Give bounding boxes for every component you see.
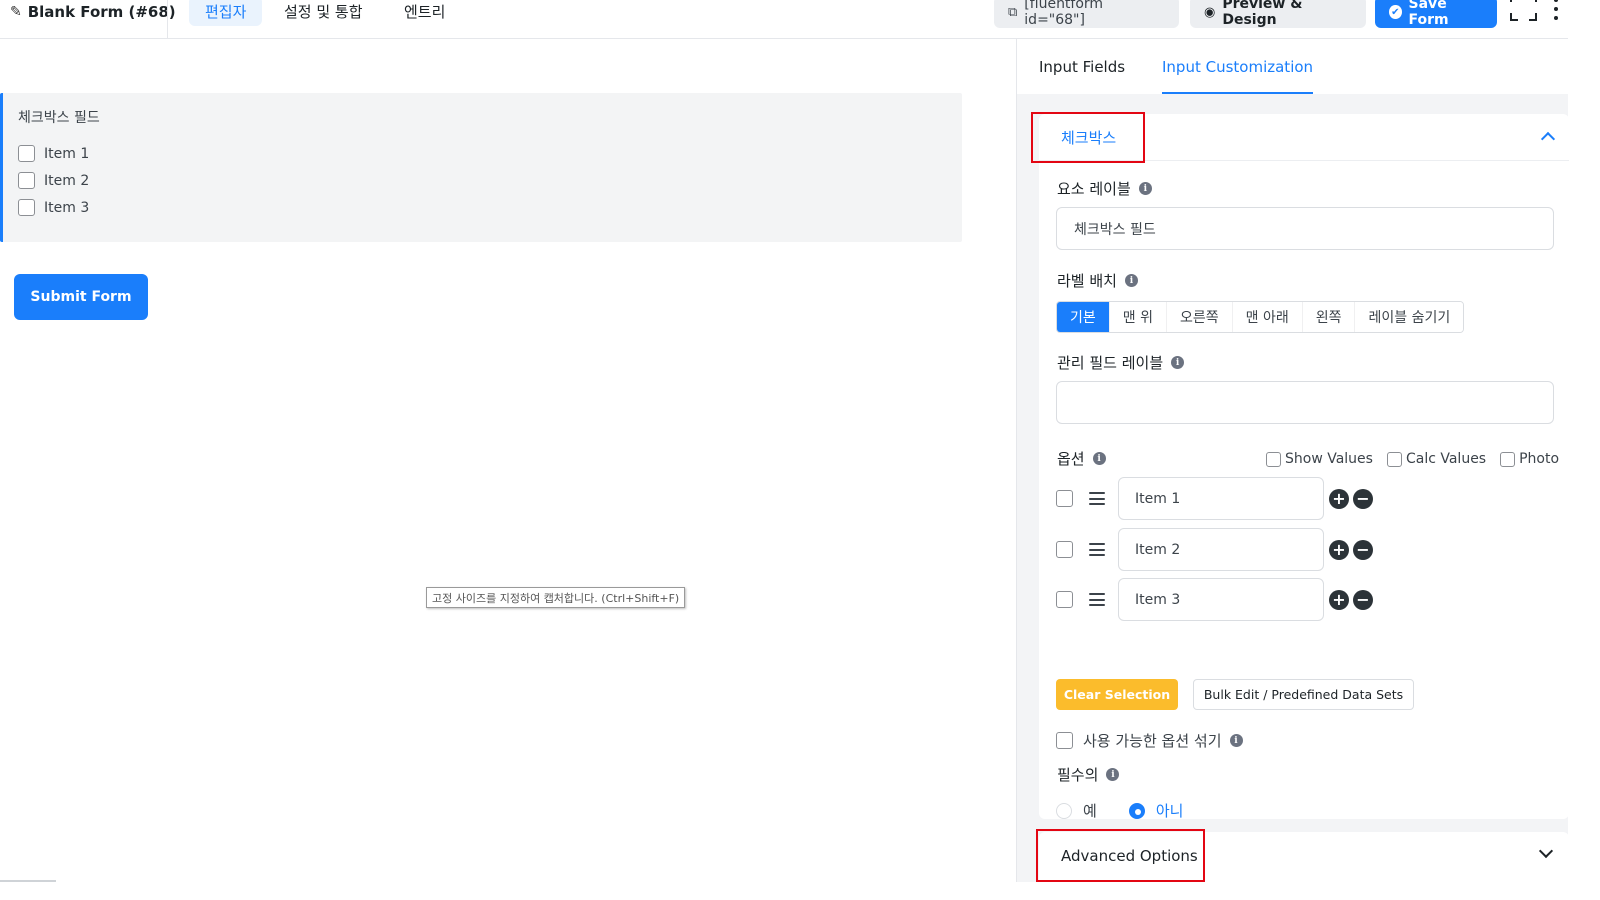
option-label-input[interactable]: Item 1 <box>1118 477 1324 520</box>
settings-sidebar: Input Fields Input Customization 체크박스 요소… <box>1016 39 1569 882</box>
fullscreen-icon[interactable] <box>1510 0 1537 21</box>
checkbox[interactable] <box>1500 451 1516 467</box>
calc-values-toggle[interactable]: Calc Values <box>1386 451 1486 467</box>
eye-icon: ◉ <box>1204 4 1216 20</box>
required-yes-label: 예 <box>1083 802 1097 820</box>
placement-option-bottom[interactable]: 맨 아래 <box>1232 302 1303 332</box>
highlight-box-advanced-options <box>1036 829 1205 882</box>
placement-option-left[interactable]: 왼쪽 <box>1302 302 1356 332</box>
form-title-text: Blank Form (#68) <box>27 3 176 21</box>
info-icon[interactable]: i <box>1106 768 1120 781</box>
label-placement-selector: 기본 맨 위 오른쪽 맨 아래 왼쪽 레이블 숨기기 <box>1056 301 1465 333</box>
preview-label: Preview & Design <box>1222 0 1303 28</box>
remove-option-icon[interactable]: − <box>1353 590 1373 610</box>
capture-tooltip: 고정 사이즈를 지정하여 캡처합니다. (Ctrl+Shift+F) <box>426 587 686 608</box>
checkbox-item-label: Item 3 <box>44 199 90 216</box>
option-label-input[interactable]: Item 2 <box>1118 528 1324 571</box>
options-toggles: Show Values Calc Values Photo <box>1266 451 1559 467</box>
shortcode-text: [fluentform id="68"] <box>1024 0 1104 28</box>
required-no-radio[interactable] <box>1128 802 1145 819</box>
tab-input-fields[interactable]: Input Fields <box>1039 39 1125 94</box>
photo-toggle[interactable]: Photo <box>1500 451 1559 467</box>
bulk-edit-button[interactable]: Bulk Edit / Predefined Data Sets <box>1193 679 1414 710</box>
bottom-divider <box>0 880 56 882</box>
preview-checkbox-item[interactable]: Item 2 <box>18 172 89 189</box>
checkbox[interactable] <box>1056 732 1073 749</box>
drag-handle-icon[interactable] <box>1089 593 1105 606</box>
add-option-icon[interactable]: + <box>1329 590 1349 610</box>
add-option-icon[interactable]: + <box>1329 489 1349 509</box>
label-placement-heading: 라벨 배치 i <box>1057 270 1138 291</box>
element-label-input[interactable]: 체크박스 필드 <box>1056 207 1554 250</box>
placement-option-right[interactable]: 오른쪽 <box>1166 302 1233 332</box>
clear-selection-button[interactable]: Clear Selection <box>1056 679 1178 710</box>
info-icon[interactable]: i <box>1124 274 1138 287</box>
save-form-button[interactable]: ✔ Save Form <box>1375 0 1497 28</box>
sidebar-tabs: Input Fields Input Customization <box>1017 39 1569 94</box>
form-title: ✎ Blank Form (#68) <box>10 0 176 24</box>
option-default-checkbox[interactable] <box>1056 541 1073 558</box>
more-vertical-icon[interactable] <box>1553 0 1559 22</box>
title-divider <box>167 0 168 38</box>
admin-field-label-input[interactable] <box>1056 381 1554 424</box>
checkbox-settings-panel: 체크박스 요소 레이블 i 체크박스 필드 라벨 배치 i 기본 맨 위 오른쪽… <box>1039 114 1569 821</box>
element-label-heading: 요소 레이블 i <box>1057 178 1152 199</box>
checkbox-item-label: Item 2 <box>44 172 90 189</box>
preview-design-button[interactable]: ◉ Preview & Design <box>1190 0 1366 28</box>
required-heading: 필수의 i <box>1057 764 1120 785</box>
options-heading: 옵션 i <box>1057 448 1106 469</box>
form-editor-canvas: 체크박스 필드 Item 1 Item 2 Item 3 Submit Form… <box>0 40 1016 882</box>
remove-option-icon[interactable]: − <box>1353 489 1373 509</box>
tab-input-customization[interactable]: Input Customization <box>1162 39 1314 94</box>
info-icon[interactable]: i <box>1138 182 1152 195</box>
required-no-label: 아니 <box>1155 802 1184 820</box>
add-option-icon[interactable]: + <box>1329 540 1349 560</box>
option-default-checkbox[interactable] <box>1056 490 1073 507</box>
placement-option-top[interactable]: 맨 위 <box>1109 302 1167 332</box>
checkbox[interactable] <box>18 172 35 189</box>
save-label: Save Form <box>1408 0 1449 28</box>
option-row: Item 2 + − <box>1056 528 1376 571</box>
required-radio-group: 예 아니 <box>1056 800 1215 821</box>
pencil-icon: ✎ <box>10 4 22 20</box>
checkbox[interactable] <box>1386 451 1402 467</box>
checkbox[interactable] <box>1266 451 1281 467</box>
show-values-toggle[interactable]: Show Values <box>1266 451 1373 467</box>
option-default-checkbox[interactable] <box>1056 591 1073 608</box>
info-icon[interactable]: i <box>1229 734 1243 747</box>
copy-icon: ⧉ <box>1008 4 1018 20</box>
checkbox[interactable] <box>18 199 35 216</box>
preview-checkbox-item[interactable]: Item 1 <box>18 145 89 162</box>
top-bar: ✎ Blank Form (#68) 편집자 설정 및 통합 엔트리 ⧉ [fl… <box>0 0 1568 39</box>
option-label-input[interactable]: Item 3 <box>1118 578 1324 621</box>
submit-form-button[interactable]: Submit Form <box>14 274 148 320</box>
chevron-down-icon[interactable] <box>1538 843 1554 859</box>
placement-option-hide[interactable]: 레이블 숨기기 <box>1355 302 1464 332</box>
check-circle-icon: ✔ <box>1389 5 1402 19</box>
checkbox-field-preview[interactable]: 체크박스 필드 Item 1 Item 2 Item 3 <box>0 93 962 242</box>
field-label: 체크박스 필드 <box>18 110 100 126</box>
remove-option-icon[interactable]: − <box>1353 540 1373 560</box>
checkbox[interactable] <box>18 145 35 162</box>
drag-handle-icon[interactable] <box>1089 492 1105 505</box>
shortcode-button[interactable]: ⧉ [fluentform id="68"] <box>994 0 1179 28</box>
placement-option-default[interactable]: 기본 <box>1057 302 1110 332</box>
tab-entries[interactable]: 엔트리 <box>388 0 461 26</box>
required-yes-radio[interactable] <box>1056 802 1072 819</box>
preview-checkbox-item[interactable]: Item 3 <box>18 199 89 216</box>
checkbox-item-label: Item 1 <box>44 145 90 162</box>
option-row: Item 1 + − <box>1056 477 1376 520</box>
info-icon[interactable]: i <box>1171 356 1185 369</box>
tab-editor[interactable]: 편집자 <box>189 0 263 26</box>
shuffle-options-toggle[interactable]: 사용 가능한 옵션 섞기 i <box>1056 730 1243 751</box>
admin-field-label-heading: 관리 필드 레이블 i <box>1057 352 1185 373</box>
chevron-up-icon[interactable] <box>1540 131 1556 147</box>
option-row: Item 3 + − <box>1056 578 1376 621</box>
info-icon[interactable]: i <box>1092 452 1106 465</box>
drag-handle-icon[interactable] <box>1089 543 1105 556</box>
highlight-box-section-title <box>1031 112 1145 163</box>
tab-settings-integrations[interactable]: 설정 및 통합 <box>268 0 379 26</box>
